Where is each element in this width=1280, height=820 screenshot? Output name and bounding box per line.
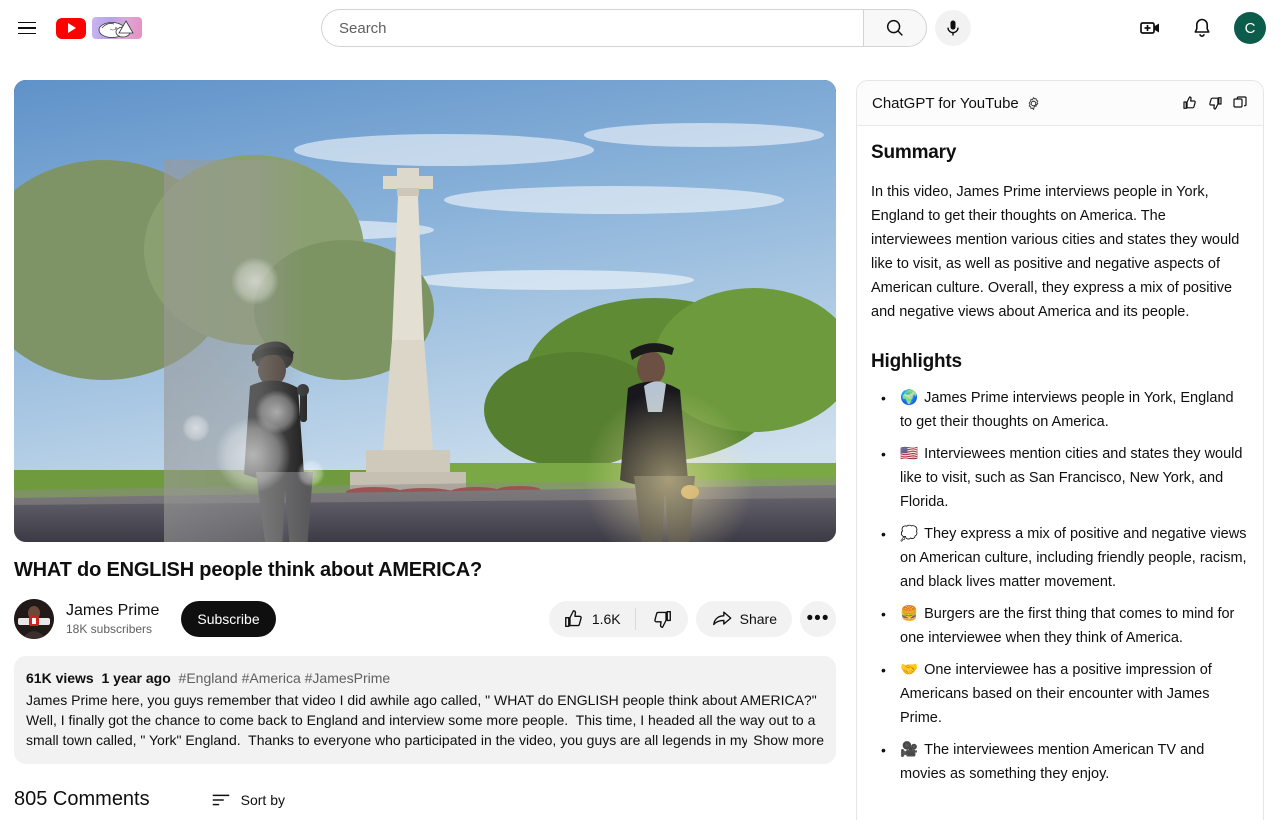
channel-meta[interactable]: James Prime 18K subscribers: [66, 601, 159, 637]
notification-bell-icon: [1194, 18, 1210, 37]
voice-search-button[interactable]: [935, 10, 971, 46]
panel-body: Summary In this video, James Prime inter…: [857, 126, 1263, 820]
description-text: James Prime here, you guys remember that…: [26, 692, 825, 748]
highlight-text: They express a mix of positive and negat…: [900, 526, 1247, 590]
description-meta: 61K views 1 year ago #England #America #…: [26, 668, 824, 688]
share-button[interactable]: Share: [695, 601, 792, 637]
highlight-text: Interviewees mention cities and states t…: [900, 446, 1243, 510]
panel-thumbs-up-icon[interactable]: [1182, 95, 1198, 111]
view-count: 61K views: [26, 670, 94, 686]
panel-thumbs-down-icon[interactable]: [1207, 95, 1223, 111]
highlight-emoji-icon: 💭: [900, 526, 923, 542]
highlights-list: 🌍 James Prime interviews people in York,…: [871, 386, 1249, 786]
youtube-logo[interactable]: [56, 17, 142, 39]
gear-icon[interactable]: [1026, 96, 1041, 111]
thumbs-down-icon: [653, 610, 671, 628]
video-actions: 1.6K Share •••: [548, 601, 836, 637]
video-player[interactable]: [14, 80, 836, 542]
hamburger-menu-icon[interactable]: [7, 8, 47, 48]
channel-avatar[interactable]: [14, 599, 54, 639]
avatar[interactable]: C: [1234, 12, 1266, 44]
highlight-text: One interviewee has a positive impressio…: [900, 662, 1212, 726]
search-input[interactable]: Search: [321, 9, 863, 47]
youtube-doodle-sleeping-cat-icon[interactable]: [92, 17, 142, 39]
show-more-button[interactable]: Show more: [747, 730, 824, 750]
highlight-emoji-icon: 🎥: [900, 742, 923, 758]
highlight-item: 🤝 One interviewee has a positive impress…: [871, 658, 1249, 730]
highlight-item: 🎥 The interviewees mention American TV a…: [871, 738, 1249, 786]
highlight-emoji-icon: 🤝: [900, 662, 923, 678]
highlight-item: 💭 They express a mix of positive and neg…: [871, 522, 1249, 594]
search-icon: [886, 19, 903, 36]
highlight-item: 🌍 James Prime interviews people in York,…: [871, 386, 1249, 434]
thumbs-up-icon: [564, 610, 582, 628]
panel-title: ChatGPT for YouTube: [872, 94, 1019, 112]
publish-date: 1 year ago: [101, 670, 171, 686]
create-button[interactable]: [1130, 8, 1170, 48]
youtube-logo-icon: [56, 17, 86, 39]
video-frame: [14, 80, 836, 542]
panel-header: ChatGPT for YouTube: [857, 81, 1263, 126]
header-actions: C: [1130, 0, 1266, 56]
description-box[interactable]: 61K views 1 year ago #England #America #…: [14, 656, 836, 764]
copy-icon[interactable]: [1232, 95, 1248, 111]
chatgpt-panel: ChatGPT for YouTube Summary In this vide…: [856, 80, 1264, 820]
dislike-button[interactable]: [636, 601, 688, 637]
like-button[interactable]: 1.6K: [549, 601, 635, 637]
notifications-button[interactable]: [1182, 8, 1222, 48]
share-label: Share: [739, 611, 777, 627]
microphone-icon: [947, 20, 959, 36]
owner-row: James Prime 18K subscribers Subscribe 1.…: [14, 596, 836, 642]
highlight-emoji-icon: 🌍: [900, 390, 923, 406]
hashtags: #England #America #JamesPrime: [178, 670, 391, 686]
channel-name: James Prime: [66, 602, 160, 620]
subscribe-button[interactable]: Subscribe: [181, 601, 276, 637]
panel-header-actions: [1182, 95, 1248, 111]
subscriber-count: 18K subscribers: [66, 622, 153, 637]
share-arrow-icon: [712, 611, 732, 626]
summary-heading: Summary: [871, 142, 957, 163]
masthead: Search C: [0, 0, 1280, 56]
like-dislike-group: 1.6K: [548, 601, 688, 637]
more-actions-button[interactable]: •••: [800, 601, 836, 637]
primary-column: WHAT do ENGLISH people think about AMERI…: [14, 80, 836, 811]
search-button[interactable]: [863, 9, 927, 47]
highlight-item: 🍔 Burgers are the first thing that comes…: [871, 602, 1249, 650]
create-video-icon: [1140, 22, 1159, 34]
page-title: WHAT do ENGLISH people think about AMERI…: [14, 559, 483, 581]
highlight-item: 🇺🇸 Interviewees mention cities and state…: [871, 442, 1249, 514]
highlight-emoji-icon: 🇺🇸: [900, 446, 923, 462]
highlight-text: James Prime interviews people in York, E…: [900, 390, 1234, 430]
highlight-emoji-icon: 🍔: [900, 606, 923, 622]
search-area: Search: [321, 9, 927, 47]
highlight-text: The interviewees mention American TV and…: [900, 742, 1205, 782]
summary-text: In this video, James Prime interviews pe…: [871, 184, 1240, 320]
highlights-heading: Highlights: [871, 351, 962, 372]
like-count: 1.6K: [591, 611, 621, 627]
highlight-text: Burgers are the first thing that comes t…: [900, 606, 1235, 646]
